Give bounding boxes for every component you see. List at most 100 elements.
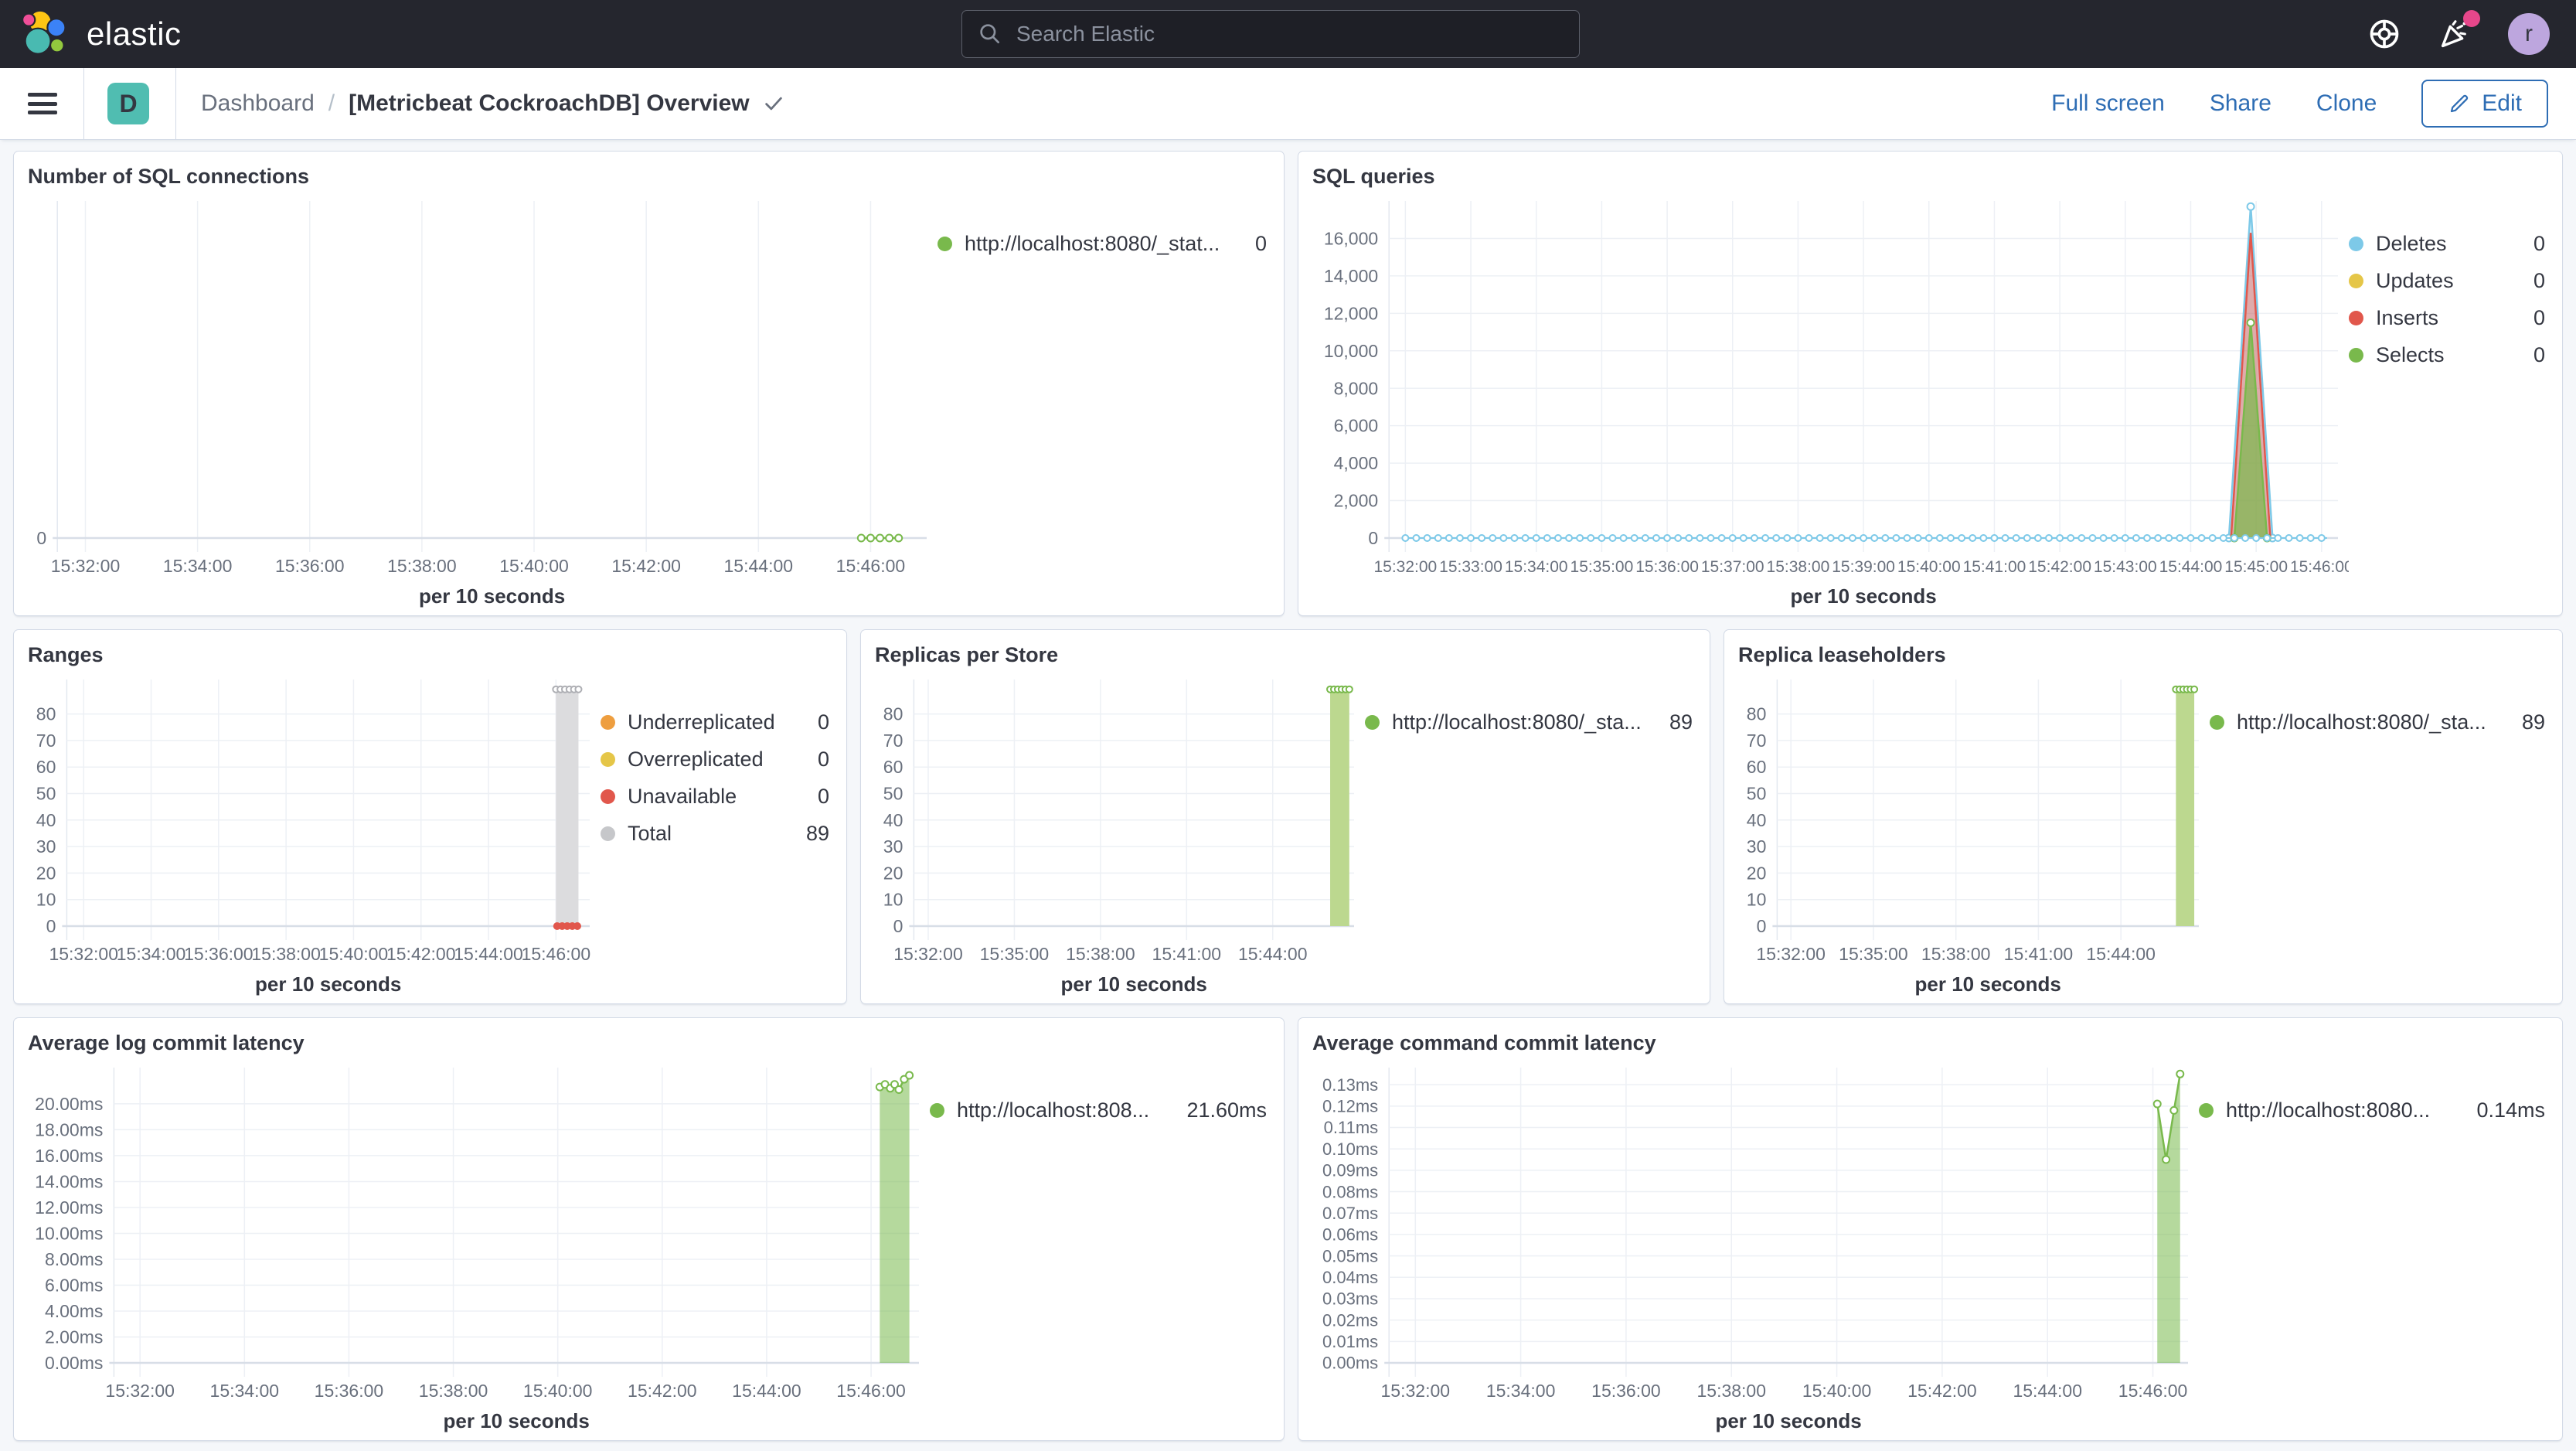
svg-text:0.09ms: 0.09ms	[1322, 1161, 1378, 1180]
legend-series-label: http://localhost:8080...	[2226, 1098, 2431, 1122]
svg-text:4,000: 4,000	[1334, 454, 1379, 474]
svg-text:15:32:00: 15:32:00	[51, 556, 121, 576]
panel-title[interactable]: Average log commit latency	[28, 1030, 1270, 1055]
legend-series-dot	[2349, 237, 2363, 252]
legend-series-value: 0	[2533, 232, 2545, 256]
svg-text:15:43:00: 15:43:00	[2094, 558, 2157, 576]
panel-title[interactable]: Replica leaseholders	[1738, 642, 2548, 667]
legend-item[interactable]: http://localhost:8080/_sta... 89	[1365, 710, 1693, 734]
legend-item[interactable]: Selects 0	[2349, 343, 2545, 367]
svg-text:15:45:00: 15:45:00	[2224, 558, 2288, 576]
svg-text:15:42:00: 15:42:00	[2028, 558, 2091, 576]
svg-text:16.00ms: 16.00ms	[35, 1146, 103, 1166]
legend-item[interactable]: Unavailable 0	[601, 785, 829, 809]
chart-legend: http://localhost:8080... 0.14ms	[2199, 1055, 2548, 1432]
help-icon[interactable]	[2367, 17, 2401, 51]
panel-title[interactable]: Number of SQL connections	[28, 164, 1270, 189]
legend-series-dot	[938, 237, 952, 252]
svg-text:15:40:00: 15:40:00	[499, 556, 569, 576]
dashboard-grid: Number of SQL connections 0 15:32:00 15:34…	[0, 140, 2576, 1441]
svg-text:15:38:00: 15:38:00	[387, 556, 457, 576]
svg-text:15:40:00: 15:40:00	[319, 944, 389, 964]
chart-canvas[interactable]: 0 10 20 30 40 50 60 70 80 15:32:00 15:35:00 15:38:0…	[1738, 667, 2210, 996]
chart-area: 0 15:32:00 15:34:00 15:36:00 15:38:00 15:40:0…	[28, 189, 938, 608]
edit-button[interactable]: Edit	[2421, 80, 2548, 128]
chart-legend: Deletes 0 Updates 0 Inserts 0 Selects 0	[2349, 189, 2548, 608]
chart-area: 0.00ms 0.01ms 0.02ms 0.03ms 0.04ms 0.05ms 0.06…	[1312, 1055, 2199, 1432]
legend-item[interactable]: Updates 0	[2349, 269, 2545, 293]
svg-text:15:32:00: 15:32:00	[49, 944, 118, 964]
panel-title[interactable]: Replicas per Store	[875, 642, 1696, 667]
notification-dot	[2463, 10, 2480, 27]
legend-series-value: 89	[805, 822, 829, 846]
svg-text:15:40:00: 15:40:00	[1897, 558, 1961, 576]
svg-text:80: 80	[36, 704, 56, 724]
svg-text:15:38:00: 15:38:00	[251, 944, 321, 964]
svg-text:60: 60	[883, 758, 903, 778]
panel-title[interactable]: Ranges	[28, 642, 832, 667]
legend-item[interactable]: Underreplicated 0	[601, 710, 829, 734]
legend-item[interactable]: http://localhost:8080/_stat... 0	[938, 232, 1267, 256]
dashboard-navbar: D Dashboard / [Metricbeat CockroachDB] O…	[0, 68, 2576, 140]
legend-item[interactable]: http://localhost:808... 21.60ms	[930, 1098, 1267, 1122]
legend-series-dot	[601, 826, 615, 842]
legend-series-dot	[2349, 311, 2363, 326]
svg-text:50: 50	[883, 784, 903, 804]
breadcrumb-dashboard[interactable]: Dashboard	[201, 90, 315, 117]
svg-text:15:46:00: 15:46:00	[836, 1381, 906, 1401]
chart-canvas[interactable]: 0.00ms 2.00ms 4.00ms 6.00ms 8.00ms 10.00ms 12.…	[28, 1055, 930, 1432]
legend-series-value: 89	[1669, 710, 1693, 734]
svg-text:15:36:00: 15:36:00	[1591, 1381, 1661, 1401]
svg-text:15:35:00: 15:35:00	[1570, 558, 1634, 576]
legend-item[interactable]: Overreplicated 0	[601, 748, 829, 771]
panel-title[interactable]: Average command commit latency	[1312, 1030, 2548, 1055]
legend-item[interactable]: http://localhost:8080... 0.14ms	[2199, 1098, 2545, 1122]
news-icon[interactable]	[2437, 10, 2480, 52]
panel-body: 0 2,000 4,000 6,000 8,000 10,000 12,000 14,000 1…	[1312, 189, 2548, 608]
svg-text:4.00ms: 4.00ms	[45, 1301, 103, 1321]
chart-canvas[interactable]: 0 10 20 30 40 50 60 70 80 15:32:00 15:35:00 15:38:0…	[875, 667, 1365, 996]
avatar[interactable]: r	[2508, 13, 2550, 55]
svg-text:15:42:00: 15:42:00	[628, 1381, 697, 1401]
svg-text:50: 50	[36, 784, 56, 804]
legend-item[interactable]: Deletes 0	[2349, 232, 2545, 256]
legend-series-value: 0	[1254, 232, 1267, 256]
chart-canvas[interactable]: 0 10 20 30 40 50 60 70 80 15:32:0015:34:0015:36:0…	[28, 667, 601, 996]
page-title: [Metricbeat CockroachDB] Overview	[349, 90, 785, 117]
svg-text:15:42:00: 15:42:00	[386, 944, 456, 964]
panel-body: 0.00ms 2.00ms 4.00ms 6.00ms 8.00ms 10.00ms 12.…	[28, 1055, 1270, 1432]
elastic-logo[interactable]: elastic	[22, 9, 182, 60]
svg-text:70: 70	[1747, 731, 1767, 751]
svg-text:10: 10	[36, 890, 56, 910]
legend-series-dot	[2349, 274, 2363, 289]
svg-text:70: 70	[36, 731, 56, 751]
svg-text:0.01ms: 0.01ms	[1322, 1332, 1378, 1351]
legend-item[interactable]: http://localhost:8080/_sta... 89	[2210, 710, 2545, 734]
global-search-input[interactable]: Search Elastic	[961, 10, 1580, 58]
share-button[interactable]: Share	[2210, 90, 2271, 117]
svg-text:20.00ms: 20.00ms	[35, 1094, 103, 1114]
legend-item[interactable]: Total 89	[601, 822, 829, 846]
clone-button[interactable]: Clone	[2316, 90, 2377, 117]
check-icon[interactable]	[762, 92, 785, 115]
legend-series-label: Total	[628, 822, 672, 846]
dashboard-panel: SQL queries 0 2,000 4,000 6,000 8,000 10,000 1…	[1298, 151, 2563, 616]
menu-icon[interactable]	[28, 93, 57, 114]
panel-title[interactable]: SQL queries	[1312, 164, 2548, 189]
dashboard-panel: Ranges 0 10 20 30 40 50 60 70 80 15:32:00 15:34:00…	[13, 629, 847, 1004]
dashboard-panel: Replicas per Store 0 10 20 30 40 50 60 70 80 15:3…	[860, 629, 1710, 1004]
svg-text:15:32:00: 15:32:00	[1756, 944, 1826, 964]
svg-text:0.11ms: 0.11ms	[1324, 1119, 1379, 1138]
full-screen-button[interactable]: Full screen	[2051, 90, 2165, 117]
legend-series-label: http://localhost:8080/_sta...	[2237, 710, 2486, 734]
panel-body: 0 10 20 30 40 50 60 70 80 15:32:00 15:34:00 15:36:0…	[28, 667, 832, 996]
legend-series-dot	[2210, 715, 2224, 731]
chart-canvas[interactable]: 015:32:00 15:34:00 15:36:00 15:38:00 15:40:0…	[28, 189, 938, 608]
svg-text:80: 80	[883, 704, 903, 724]
chart-canvas[interactable]: 0 2,000 4,000 6,000 8,000 10,000 12,000 14,000 1…	[1312, 189, 2349, 608]
svg-text:15:35:00: 15:35:00	[1839, 944, 1908, 964]
chart-canvas[interactable]: 0.00ms 0.01ms 0.02ms 0.03ms 0.04ms 0.05ms 0.06…	[1312, 1055, 2199, 1432]
legend-item[interactable]: Inserts 0	[2349, 306, 2545, 330]
dashboard-app-badge[interactable]: D	[107, 83, 149, 124]
legend-series-value: 21.60ms	[1186, 1098, 1267, 1122]
